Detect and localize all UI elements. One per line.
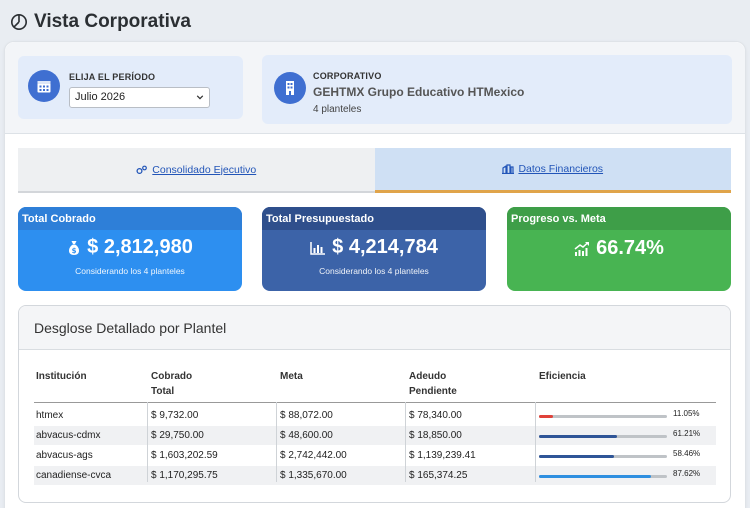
period-select-value: Julio 2026 <box>75 91 126 103</box>
column-header-adeudo: Adeudo Pendiente <box>409 371 457 397</box>
cell-adeudo: $ 165,374.25 <box>409 470 468 481</box>
cell-institucion: abvacus-ags <box>36 450 93 461</box>
svg-text:$: $ <box>72 247 77 255</box>
column-header-institucion: Institución <box>36 371 87 382</box>
pie-chart-icon <box>10 13 28 31</box>
page-header: Vista Corporativa <box>10 9 191 35</box>
cell-institucion: canadiense-cvca <box>36 470 112 481</box>
table-row: htmex $ 9,732.00 $ 88,072.00 $ 78,340.00 11.… <box>34 406 716 425</box>
trend-up-icon <box>574 241 590 256</box>
cell-adeudo: $ 1,139,239.41 <box>409 450 476 461</box>
stat-subtitle: Considerando los 4 planteles <box>319 266 429 276</box>
stat-total-cobrado: Total Cobrado $ $ 2,812,980 Considerando… <box>18 207 242 291</box>
table-row: abvacus-cdmx $ 29,750.00 $ 48,600.00 $ 18,8… <box>34 426 716 445</box>
period-label: ELIJA EL PERÍODO <box>69 72 156 82</box>
money-bag-icon: $ <box>69 240 80 255</box>
cell-adeudo: $ 18,850.00 <box>409 430 462 441</box>
efficiency-percent: 87.62% <box>673 469 701 478</box>
column-header-eficiencia: Eficiencia <box>539 371 586 382</box>
efficiency-bar <box>539 455 667 458</box>
efficiency-bar <box>539 415 667 418</box>
filter-band: ELIJA EL PERÍODO Julio 2026 CORPORATIVO … <box>5 42 745 134</box>
stat-value: 66.74% <box>596 237 664 259</box>
tab-consolidado-ejecutivo[interactable]: Consolidado Ejecutivo <box>18 148 375 193</box>
cogs-icon <box>136 165 148 174</box>
stat-total-presupuestado: Total Presupuestado $ 4,214,784 Consider… <box>262 207 486 291</box>
cell-cobrado: $ 9,732.00 <box>151 410 199 421</box>
corporate-label: CORPORATIVO <box>313 71 382 81</box>
column-divider <box>147 402 148 482</box>
cell-cobrado: $ 29,750.00 <box>151 430 204 441</box>
cell-meta: $ 1,335,670.00 <box>280 470 347 481</box>
tab-bar: Consolidado Ejecutivo Datos Financieros <box>18 148 731 193</box>
office-building-icon <box>274 72 306 104</box>
cell-institucion: htmex <box>36 410 64 421</box>
page-title: Vista Corporativa <box>34 11 191 32</box>
corporate-box: CORPORATIVO GEHTMX Grupo Educativo HTMex… <box>262 55 732 124</box>
efficiency-bar-fill <box>539 435 618 438</box>
column-header-meta: Meta <box>280 371 303 382</box>
chevron-down-icon <box>196 95 204 100</box>
stat-value: $ 2,812,980 <box>87 236 193 258</box>
detail-panel: Desglose Detallado por Plantel Instituci… <box>18 305 731 503</box>
cell-adeudo: $ 78,340.00 <box>409 410 462 421</box>
efficiency-percent: 61.21% <box>673 429 701 438</box>
column-divider <box>405 402 406 482</box>
tab-label: Consolidado Ejecutivo <box>152 163 257 176</box>
efficiency-bar-fill <box>539 415 554 418</box>
stat-progreso-meta: Progreso vs. Meta 66.74% <box>507 207 731 291</box>
bar-chart-icon <box>310 241 326 255</box>
efficiency-bar-fill <box>539 455 614 458</box>
cell-meta: $ 2,742,442.00 <box>280 450 347 461</box>
corporate-name: GEHTMX Grupo Educativo HTMexico <box>313 85 525 99</box>
column-divider <box>276 402 277 482</box>
efficiency-bar <box>539 475 667 478</box>
main-card: ELIJA EL PERÍODO Julio 2026 CORPORATIVO … <box>4 41 746 508</box>
building-icon <box>502 164 515 174</box>
cell-meta: $ 48,600.00 <box>280 430 333 441</box>
period-select[interactable]: Julio 2026 <box>69 87 210 108</box>
efficiency-percent: 58.46% <box>673 449 701 458</box>
period-box: ELIJA EL PERÍODO Julio 2026 <box>18 56 243 119</box>
stat-title: Progreso vs. Meta <box>507 207 731 230</box>
detail-title: Desglose Detallado por Plantel <box>19 306 730 350</box>
corporate-count: 4 planteles <box>313 104 362 115</box>
tab-label: Datos Financieros <box>518 163 604 175</box>
tab-datos-financieros[interactable]: Datos Financieros <box>374 148 731 193</box>
cell-cobrado: $ 1,170,295.75 <box>151 470 218 481</box>
calendar-icon <box>28 70 60 102</box>
table-row: canadiense-cvca $ 1,170,295.75 $ 1,335,670… <box>34 466 716 485</box>
cell-institucion: abvacus-cdmx <box>36 430 101 441</box>
table-row: abvacus-ags $ 1,603,202.59 $ 2,742,442.00 $… <box>34 446 716 465</box>
stat-value: $ 4,214,784 <box>332 236 438 258</box>
cell-cobrado: $ 1,603,202.59 <box>151 450 218 461</box>
efficiency-bar <box>539 435 667 438</box>
column-header-cobrado: Cobrado Total <box>151 371 193 397</box>
stat-subtitle: Considerando los 4 planteles <box>75 266 185 276</box>
efficiency-percent: 11.05% <box>673 409 700 418</box>
column-divider <box>535 402 536 482</box>
stat-title: Total Presupuestado <box>262 207 486 230</box>
header-divider <box>34 402 716 403</box>
cell-meta: $ 88,072.00 <box>280 410 333 421</box>
stat-title: Total Cobrado <box>18 207 242 230</box>
efficiency-bar-fill <box>539 475 652 478</box>
